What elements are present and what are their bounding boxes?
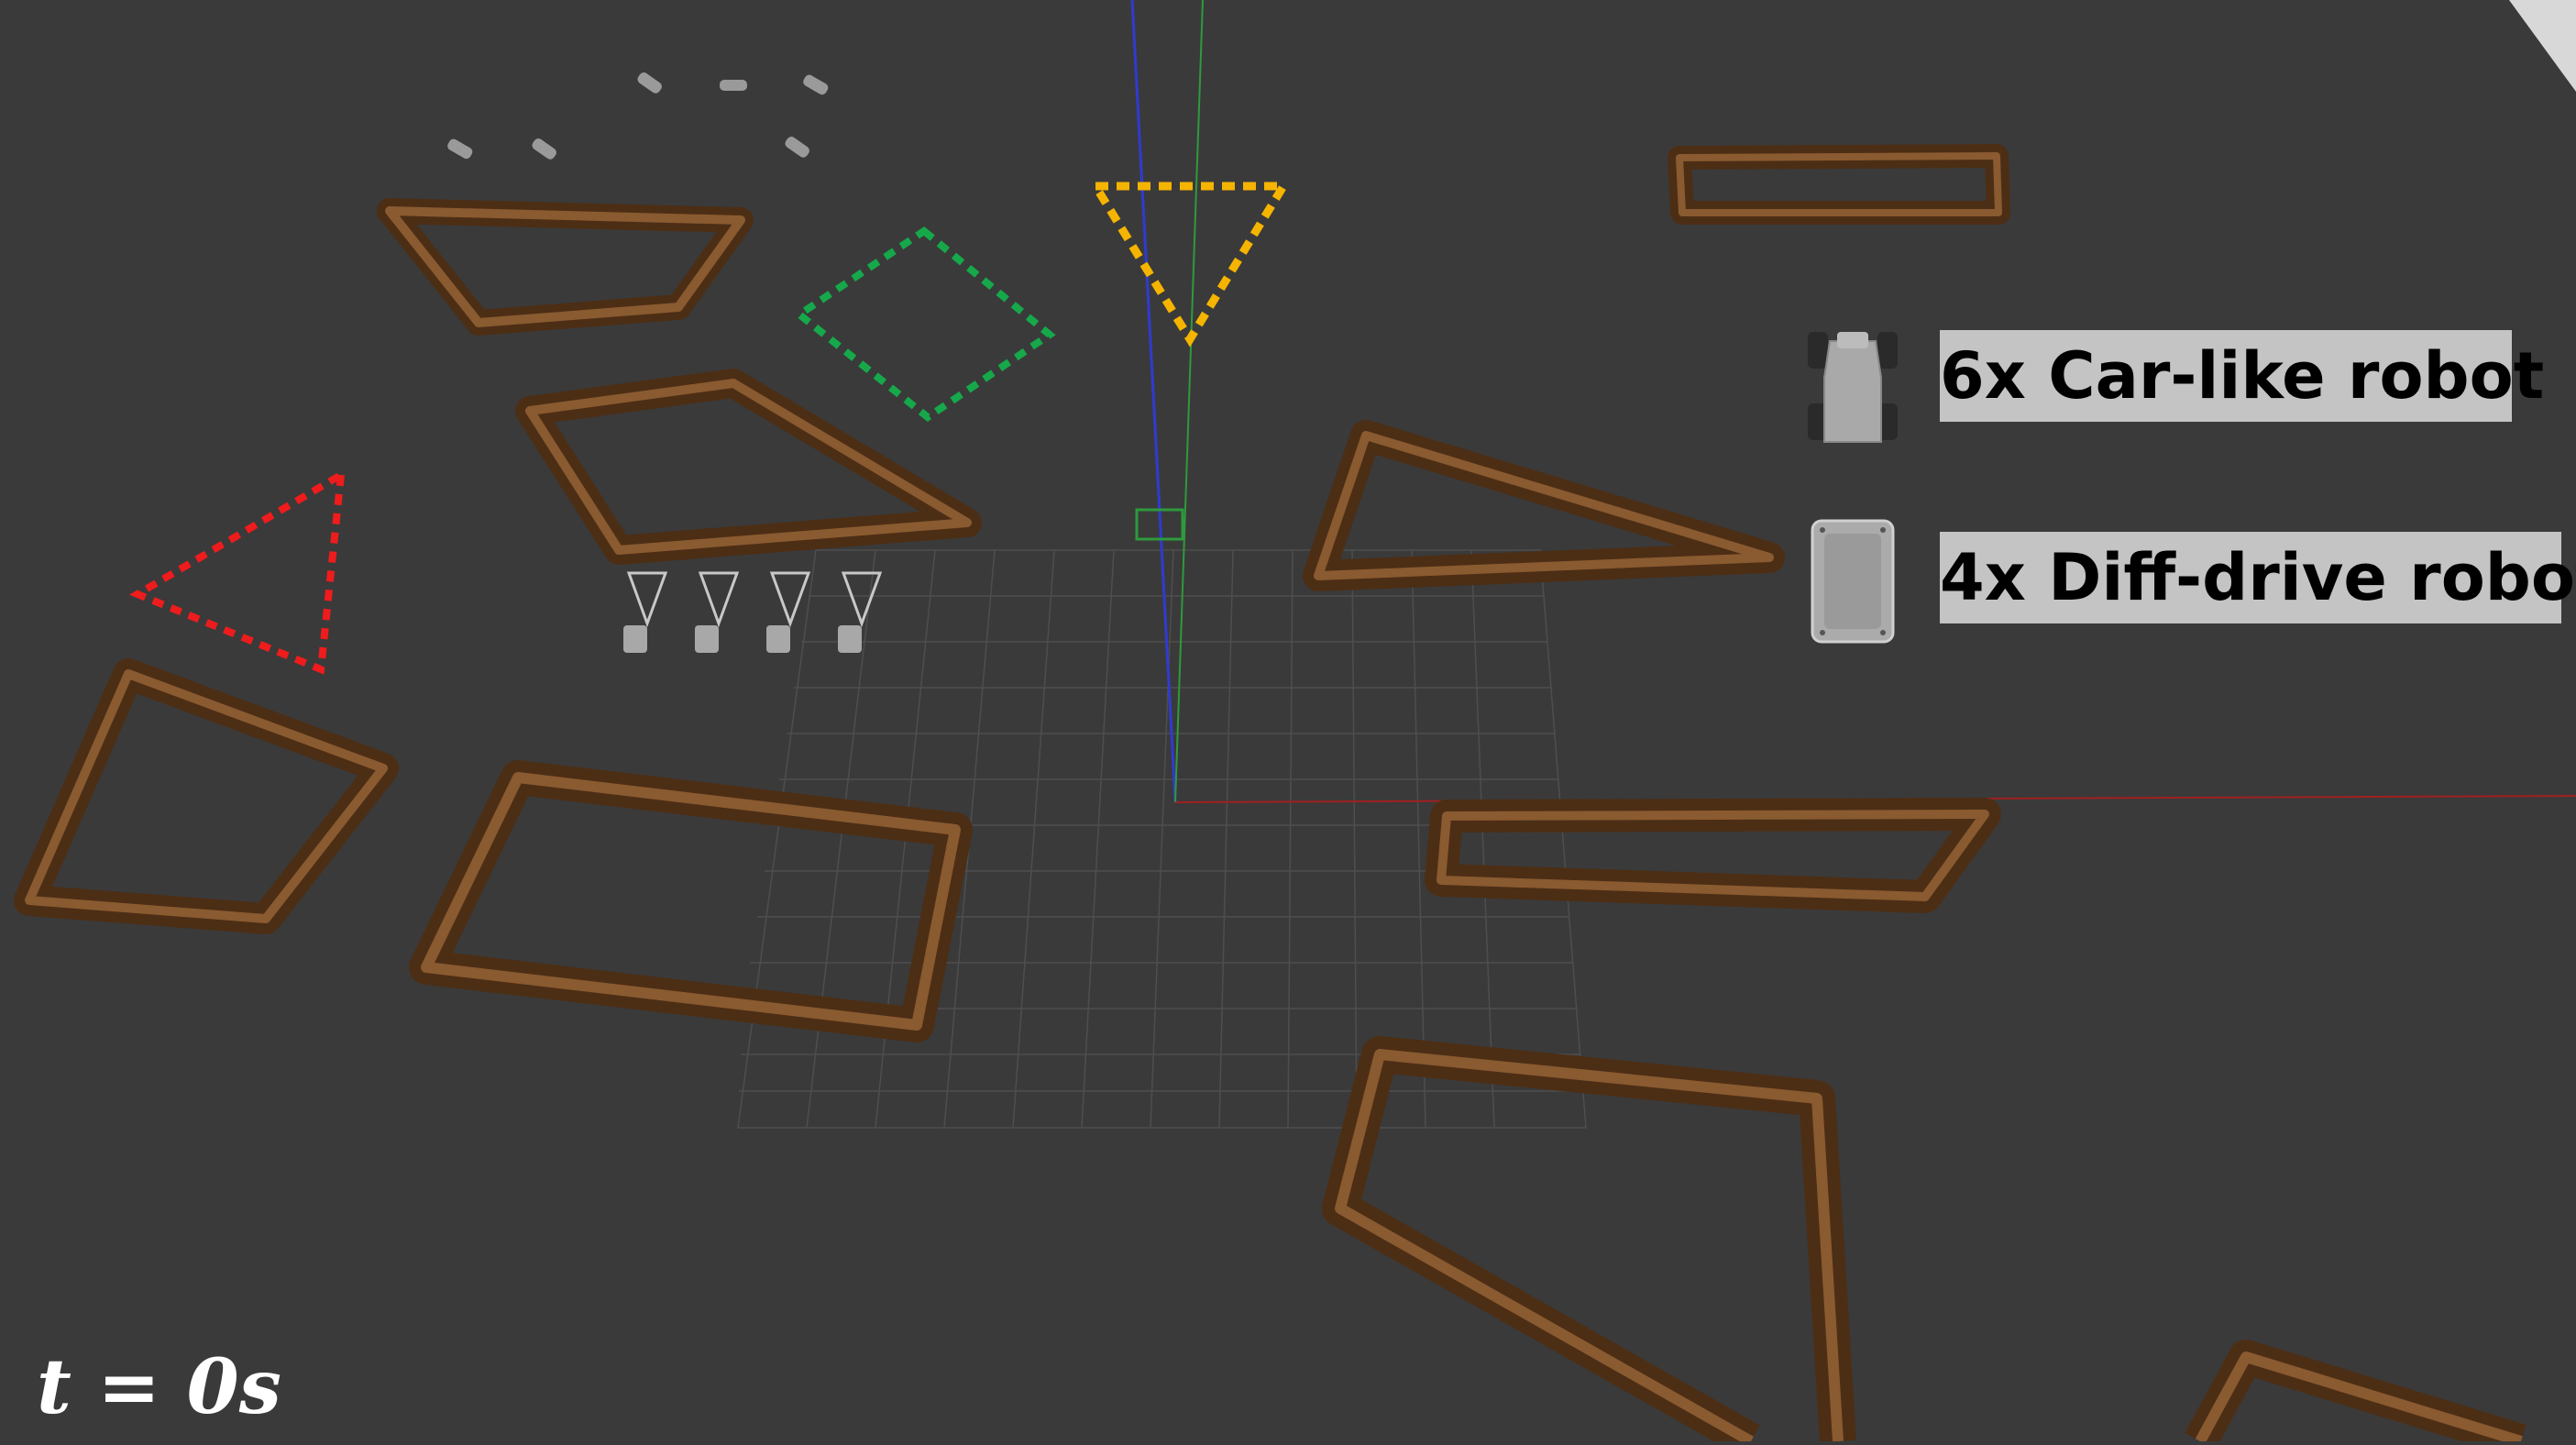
time-label: t = 0s: [37, 1343, 281, 1431]
scene-canvas: [14, 0, 2576, 1445]
diff-drive-robot[interactable]: [838, 571, 883, 653]
wall-rect-center: [409, 760, 973, 1042]
diff-drive-robots-group: [623, 571, 883, 653]
formation-triangle-orange: [1087, 182, 1292, 347]
diff-drive-robot[interactable]: [695, 571, 740, 653]
wall-trapezoid-right: [1425, 798, 2001, 913]
diff-drive-robot[interactable]: [623, 571, 668, 653]
wall-quad-center-left: [515, 369, 982, 565]
diff-drive-robot-icon: [1811, 519, 1895, 644]
wall-corner-bottom-right: [2185, 1340, 2526, 1445]
car-like-robot[interactable]: [446, 138, 474, 160]
corner-resize-handle[interactable]: [2509, 0, 2576, 92]
wall-pentagon-top-left: [377, 198, 754, 336]
z-axis: [1130, 0, 1177, 803]
car-like-robot[interactable]: [636, 71, 664, 95]
y-axis: [1174, 0, 1204, 803]
car-like-robot-icon: [1808, 332, 1898, 443]
wall-rect-top-right: [1668, 144, 2010, 225]
wall-quad-left: [14, 658, 399, 934]
car-like-robot[interactable]: [720, 80, 747, 91]
formation-diamond-green: [793, 226, 1056, 422]
wall-triangle-right: [1303, 420, 1785, 591]
car-like-robot[interactable]: [784, 135, 811, 160]
diff-drive-robot[interactable]: [766, 571, 811, 653]
diff-drive-robot-label: 4x Diff-drive robot: [1940, 532, 2576, 623]
car-like-robot[interactable]: [531, 137, 558, 161]
formation-triangle-red: [129, 468, 346, 675]
car-like-robot-label: 6x Car-like robot: [1940, 330, 2544, 422]
car-like-robot[interactable]: [801, 73, 830, 96]
car-like-robots-group: [446, 71, 830, 161]
wall-quad-bottom-right: [1322, 1036, 1856, 1445]
simulation-viewport[interactable]: 6x Car-like robot 4x Diff-drive robot t …: [0, 0, 2576, 1445]
